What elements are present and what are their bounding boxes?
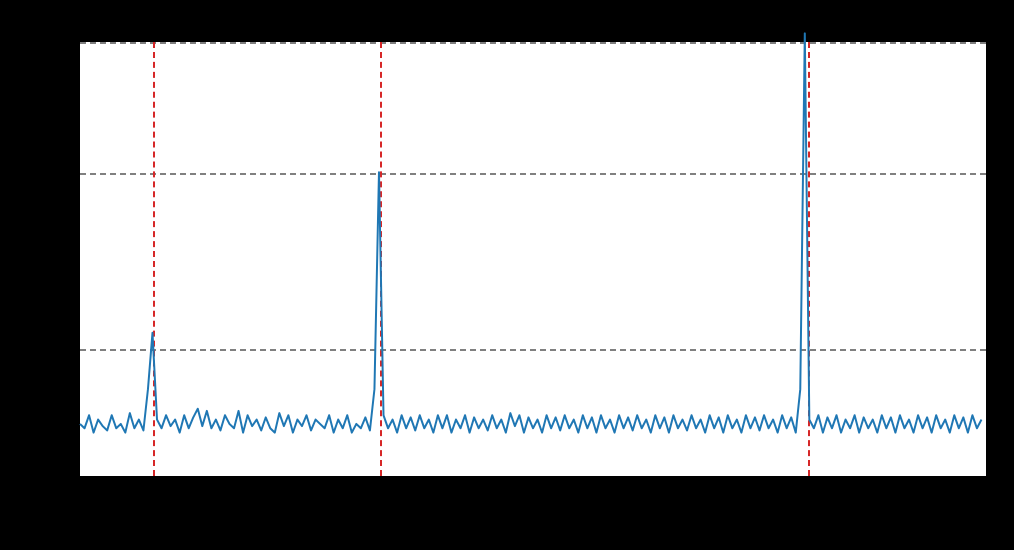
data-line xyxy=(80,42,986,476)
line-chart xyxy=(78,40,988,478)
